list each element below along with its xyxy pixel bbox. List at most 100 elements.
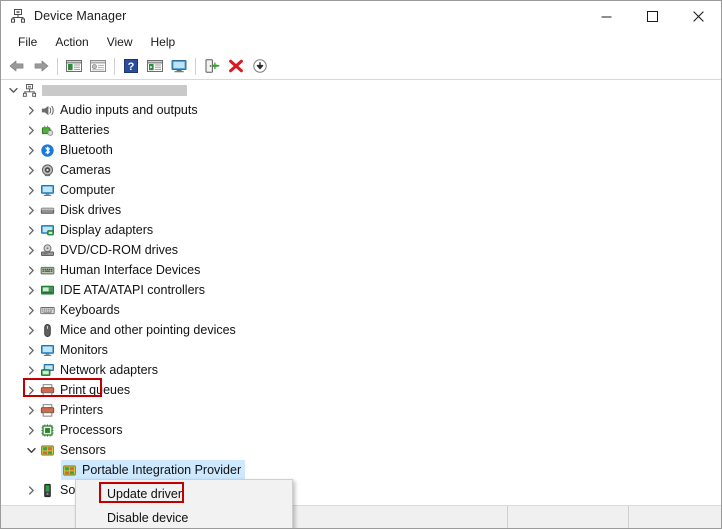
chevron-right-icon[interactable] (23, 220, 39, 240)
tree-item-computer[interactable]: Computer (1, 180, 721, 200)
status-bar-section-2 (508, 506, 629, 528)
chevron-right-icon[interactable] (23, 400, 39, 420)
tree-item-content[interactable]: DVD/CD-ROM drives (39, 240, 178, 260)
scan-hardware-changes-button[interactable] (167, 55, 191, 77)
close-button[interactable] (675, 1, 721, 31)
tree-item-label: IDE ATA/ATAPI controllers (60, 280, 205, 300)
tree-item-human-interface-devices[interactable]: Human Interface Devices (1, 260, 721, 280)
sensor-icon (39, 442, 55, 458)
tree-item-print-queues[interactable]: Print queues (1, 380, 721, 400)
tree-item-content[interactable]: Monitors (39, 340, 108, 360)
computer-root-icon (21, 82, 37, 98)
tree-item-content[interactable]: Keyboards (39, 300, 120, 320)
tree-item-label: Human Interface Devices (60, 260, 200, 280)
tree-item-content[interactable]: IDE ATA/ATAPI controllers (39, 280, 205, 300)
help-button[interactable]: ? (119, 55, 143, 77)
tree-children: Audio inputs and outputsBatteriesBluetoo… (1, 100, 721, 529)
tree-item-ide-ata-atapi-controllers[interactable]: IDE ATA/ATAPI controllers (1, 280, 721, 300)
sensor-icon (61, 462, 77, 478)
tree-root-row[interactable] (1, 80, 721, 100)
tree-item-content[interactable]: Cameras (39, 160, 111, 180)
tree-item-content[interactable]: Human Interface Devices (39, 260, 200, 280)
tree-item-content[interactable]: Audio inputs and outputs (39, 100, 198, 120)
tree-item-content[interactable]: Print queues (39, 380, 130, 400)
menu-help[interactable]: Help (142, 32, 185, 53)
chevron-right-icon[interactable] (23, 120, 39, 140)
context-menu[interactable]: Update driver Disable device Uninstall d… (75, 479, 293, 529)
tree-item-mice-and-other-pointing-devices[interactable]: Mice and other pointing devices (1, 320, 721, 340)
tree-item-printers[interactable]: Printers (1, 400, 721, 420)
tree-spacer (45, 460, 61, 480)
tree-item-content[interactable]: Batteries (39, 120, 109, 140)
tree-item-portable-integration-provider[interactable]: Portable Integration Provider (1, 460, 721, 480)
chevron-right-icon[interactable] (23, 420, 39, 440)
uninstall-device-button[interactable] (224, 55, 248, 77)
tree-item-monitors[interactable]: Monitors (1, 340, 721, 360)
menu-view[interactable]: View (98, 32, 142, 53)
minimize-button[interactable] (583, 1, 629, 31)
chevron-right-icon[interactable] (23, 280, 39, 300)
show-hide-console-tree-button[interactable] (62, 55, 86, 77)
menu-action[interactable]: Action (46, 32, 97, 53)
chevron-right-icon[interactable] (23, 360, 39, 380)
properties-panel-button[interactable] (86, 55, 110, 77)
chevron-right-icon[interactable] (23, 240, 39, 260)
tree-item-content[interactable]: Network adapters (39, 360, 158, 380)
chevron-right-icon[interactable] (23, 260, 39, 280)
uninstall-device-red-x-icon (227, 58, 245, 74)
tree-item-label: Batteries (60, 120, 109, 140)
tree-item-content[interactable]: Mice and other pointing devices (39, 320, 236, 340)
svg-text:?: ? (128, 61, 135, 73)
tree-item-batteries[interactable]: Batteries (1, 120, 721, 140)
tree-item-content[interactable]: Disk drives (39, 200, 121, 220)
disable-device-button[interactable] (248, 55, 272, 77)
context-menu-item-disable-device[interactable]: Disable device (76, 506, 292, 529)
chevron-right-icon[interactable] (23, 320, 39, 340)
chevron-right-icon[interactable] (23, 140, 39, 160)
context-menu-item-update-driver[interactable]: Update driver (76, 482, 292, 506)
speaker-icon (39, 102, 55, 118)
properties-panel-icon (89, 58, 107, 74)
selected-device-row[interactable]: Portable Integration Provider (61, 460, 245, 480)
printer-icon (39, 402, 55, 418)
tree-item-content[interactable]: Processors (39, 420, 123, 440)
tree-item-cameras[interactable]: Cameras (1, 160, 721, 180)
chevron-right-icon[interactable] (23, 380, 39, 400)
chevron-right-icon[interactable] (23, 180, 39, 200)
tree-item-sensors[interactable]: Sensors (1, 440, 721, 460)
chevron-right-icon[interactable] (23, 160, 39, 180)
tree-item-network-adapters[interactable]: Network adapters (1, 360, 721, 380)
camera-icon (39, 162, 55, 178)
maximize-button[interactable] (629, 1, 675, 31)
update-driver-button[interactable] (200, 55, 224, 77)
device-tree[interactable]: Audio inputs and outputsBatteriesBluetoo… (1, 80, 721, 529)
tree-item-content[interactable]: Sensors (39, 440, 106, 460)
back-arrow-button[interactable] (5, 55, 29, 77)
window-title: Device Manager (34, 9, 126, 23)
tree-item-content[interactable]: Computer (39, 180, 115, 200)
tree-item-disk-drives[interactable]: Disk drives (1, 200, 721, 220)
tree-item-processors[interactable]: Processors (1, 420, 721, 440)
disk-drive-icon (39, 202, 55, 218)
forward-arrow-button[interactable] (29, 55, 53, 77)
chevron-down-icon[interactable] (5, 80, 21, 100)
tree-item-label: DVD/CD-ROM drives (60, 240, 178, 260)
tree-item-content[interactable]: Printers (39, 400, 103, 420)
menu-file[interactable]: File (9, 32, 46, 53)
chevron-right-icon[interactable] (23, 480, 39, 500)
action-panel-button[interactable] (143, 55, 167, 77)
tree-item-audio-inputs-and-outputs[interactable]: Audio inputs and outputs (1, 100, 721, 120)
chevron-right-icon[interactable] (23, 300, 39, 320)
chevron-right-icon[interactable] (23, 200, 39, 220)
tree-item-dvd-cd-rom-drives[interactable]: DVD/CD-ROM drives (1, 240, 721, 260)
back-arrow-icon (8, 58, 26, 74)
chevron-down-icon[interactable] (23, 440, 39, 460)
tree-item-content[interactable]: Display adapters (39, 220, 153, 240)
tree-item-content[interactable]: Bluetooth (39, 140, 113, 160)
chevron-right-icon[interactable] (23, 340, 39, 360)
chevron-right-icon[interactable] (23, 100, 39, 120)
tree-item-bluetooth[interactable]: Bluetooth (1, 140, 721, 160)
keyboard-icon (39, 302, 55, 318)
tree-item-keyboards[interactable]: Keyboards (1, 300, 721, 320)
tree-item-display-adapters[interactable]: Display adapters (1, 220, 721, 240)
